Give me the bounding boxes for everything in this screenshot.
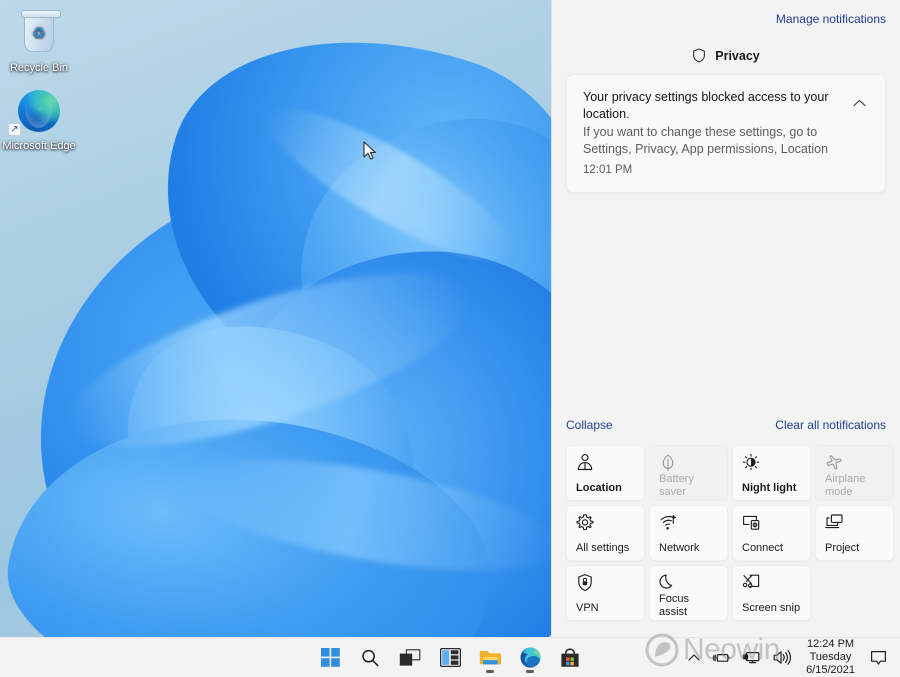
quick-tile-label: Battery saver xyxy=(659,473,694,498)
quick-tile-label: Connect xyxy=(742,541,783,554)
edge-icon: ↗ xyxy=(0,88,78,136)
tray-network-button[interactable] xyxy=(737,642,766,674)
battery-icon xyxy=(712,653,730,662)
network-icon xyxy=(742,651,760,664)
recycle-bin-icon: ♻ xyxy=(0,10,78,58)
quick-tile-label: Screen snip xyxy=(742,601,801,614)
system-tray: 12:24 PM Tuesday 6/15/2021 xyxy=(683,638,892,677)
quick-settings-header: Collapse Clear all notifications xyxy=(552,418,900,432)
microsoft-store-icon xyxy=(561,647,579,667)
taskbar[interactable]: 12:24 PM Tuesday 6/15/2021 xyxy=(0,637,900,677)
widgets-icon xyxy=(439,648,461,667)
quick-tile-empty-slot xyxy=(815,565,894,621)
quick-tile-label: Airplane mode xyxy=(825,473,866,498)
clock-day: Tuesday xyxy=(809,651,852,663)
quick-tile-airplane-mode: Airplane mode xyxy=(815,445,894,501)
quick-tile-project[interactable]: Project xyxy=(815,505,894,561)
wifi-icon xyxy=(659,513,719,533)
manage-notifications-link[interactable]: Manage notifications xyxy=(776,12,886,26)
quick-tile-vpn[interactable]: VPN xyxy=(566,565,645,621)
running-indicator xyxy=(486,670,494,673)
quick-tile-battery-saver: Battery saver xyxy=(649,445,728,501)
quick-tile-label: Network xyxy=(659,541,700,554)
project-icon xyxy=(825,513,885,533)
clock-date: 6/15/2021 xyxy=(806,664,855,676)
desktop-icon-label: Recycle Bin xyxy=(9,62,69,74)
volume-icon xyxy=(773,650,792,665)
clock-time: 12:24 PM xyxy=(806,638,855,650)
desktop-icon-label: Microsoft Edge xyxy=(2,140,76,152)
task-view-button[interactable] xyxy=(393,641,427,675)
edge-button[interactable] xyxy=(513,641,547,675)
task-view-icon xyxy=(399,648,421,666)
notification-collapse-button[interactable] xyxy=(849,93,869,113)
tray-battery-button[interactable] xyxy=(707,642,735,674)
quick-tile-label: Location xyxy=(576,481,622,494)
notification-card[interactable]: Your privacy settings blocked access to … xyxy=(566,74,886,193)
edge-icon xyxy=(520,647,540,668)
desktop-icon-microsoft-edge[interactable]: ↗ Microsoft Edge xyxy=(0,88,78,152)
notification-group-title: Privacy xyxy=(715,48,760,63)
notification-title: Your privacy settings blocked access to … xyxy=(583,90,829,121)
quick-tile-focus-assist[interactable]: Focus assist xyxy=(649,565,728,621)
notification-center-button[interactable] xyxy=(865,642,892,674)
quick-tile-label: Project xyxy=(825,541,860,554)
quick-tile-label: All settings xyxy=(576,541,630,554)
manage-notifications-row: Manage notifications xyxy=(566,10,886,28)
notification-group-header: Privacy xyxy=(566,48,886,63)
taskbar-center-group xyxy=(313,638,587,677)
quick-tile-screen-snip[interactable]: Screen snip xyxy=(732,565,811,621)
notification-center-panel[interactable]: Manage notifications Privacy Your privac… xyxy=(551,0,900,637)
notification-timestamp: 12:01 PM xyxy=(583,164,633,176)
brightness-icon xyxy=(742,453,802,473)
moon-icon xyxy=(659,573,719,593)
shortcut-arrow-icon: ↗ xyxy=(8,123,21,136)
file-explorer-button[interactable] xyxy=(473,641,507,675)
location-icon xyxy=(576,453,636,473)
airplane-icon xyxy=(825,453,885,473)
chevron-up-icon xyxy=(688,654,700,661)
quick-settings-section: Collapse Clear all notifications Locatio… xyxy=(552,418,900,621)
collapse-link[interactable]: Collapse xyxy=(566,418,613,432)
running-indicator xyxy=(526,670,534,673)
snip-icon xyxy=(742,573,802,593)
taskbar-clock[interactable]: 12:24 PM Tuesday 6/15/2021 xyxy=(798,638,863,677)
windows-logo-icon xyxy=(320,648,340,667)
quick-tile-connect[interactable]: Connect xyxy=(732,505,811,561)
quick-tile-label: Night light xyxy=(742,481,797,494)
quick-settings-grid: Location Battery saver Night light Airpl… xyxy=(552,445,900,621)
gear-icon xyxy=(576,513,636,533)
widgets-button[interactable] xyxy=(433,641,467,675)
quick-tile-night-light[interactable]: Night light xyxy=(732,445,811,501)
shield-lock-icon xyxy=(576,573,636,593)
quick-tile-location[interactable]: Location xyxy=(566,445,645,501)
leaf-icon xyxy=(659,453,719,473)
search-icon xyxy=(362,649,379,666)
store-button[interactable] xyxy=(553,641,587,675)
cast-icon xyxy=(742,513,802,533)
notification-body: If you want to change these settings, go… xyxy=(583,125,829,156)
file-explorer-icon xyxy=(479,651,501,665)
clear-all-notifications-link[interactable]: Clear all notifications xyxy=(775,418,886,432)
desktop-icon-recycle-bin[interactable]: ♻ Recycle Bin xyxy=(0,10,78,74)
quick-tile-label: Focus assist xyxy=(659,593,689,618)
search-button[interactable] xyxy=(353,641,387,675)
quick-tile-network[interactable]: Network xyxy=(649,505,728,561)
tray-volume-button[interactable] xyxy=(768,642,796,674)
shield-icon xyxy=(693,48,706,63)
chevron-up-icon xyxy=(852,99,866,107)
quick-tile-all-settings[interactable]: All settings xyxy=(566,505,645,561)
mouse-cursor xyxy=(363,141,376,160)
start-button[interactable] xyxy=(313,641,347,675)
quick-tile-label: VPN xyxy=(576,601,599,614)
notification-bell-icon xyxy=(871,650,886,665)
show-hidden-icons-button[interactable] xyxy=(683,642,705,674)
